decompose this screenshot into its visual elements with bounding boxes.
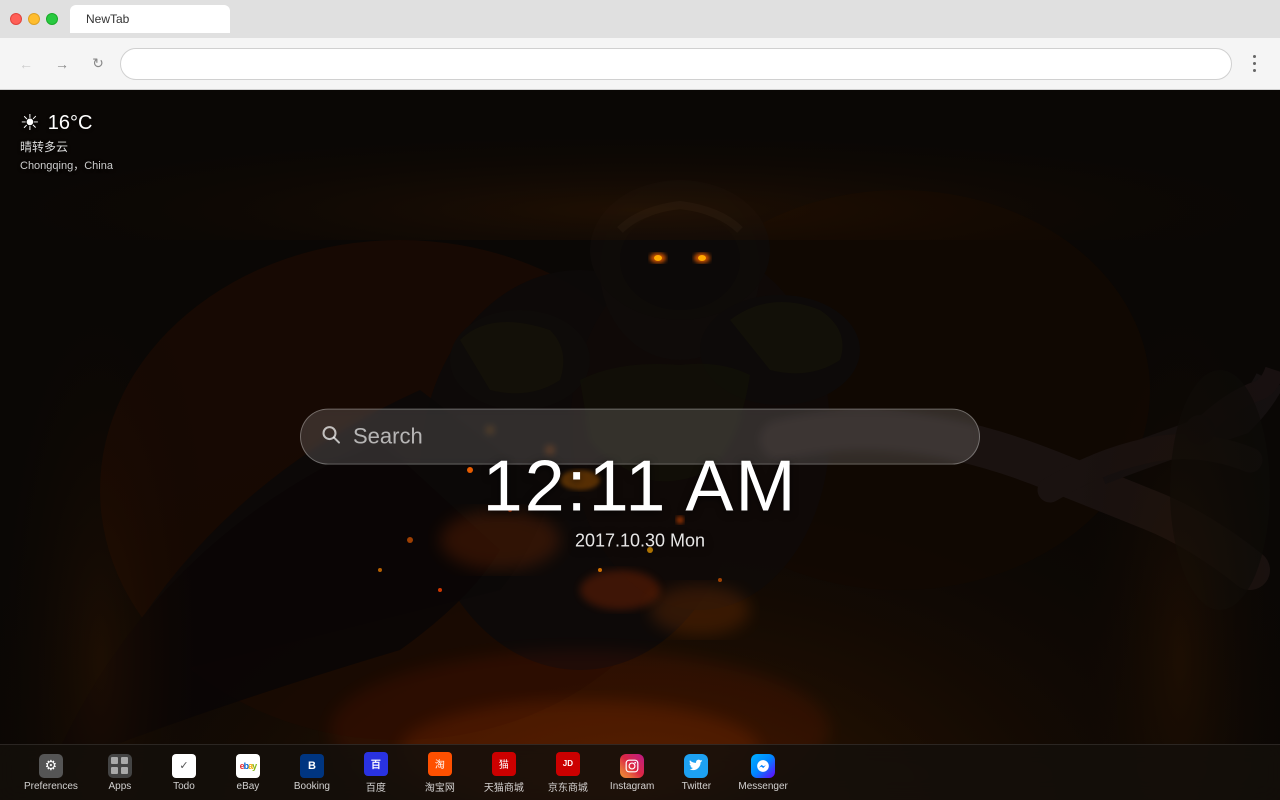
todo-icon: ✓ [172, 754, 196, 778]
ebay-label: eBay [237, 781, 260, 792]
main-content: ☀ 16°C 晴转多云 Chongqing，China 12:11 AM 201… [0, 90, 1280, 800]
jd-icon: JD [556, 752, 580, 776]
booking-icon: B [300, 754, 324, 778]
search-icon [321, 424, 341, 449]
close-button[interactable] [10, 13, 22, 25]
instagram-icon [620, 754, 644, 778]
clock-widget: 12:11 AM 2017.10.30 Mon [483, 450, 798, 551]
clock-time: 12:11 AM [483, 450, 798, 522]
minimize-button[interactable] [28, 13, 40, 25]
back-button[interactable]: ← [12, 50, 40, 78]
jd-label: 京东商城 [548, 779, 588, 794]
browser-tab[interactable]: NewTab [70, 5, 230, 33]
browser-chrome: NewTab ← → ↻ [0, 0, 1280, 90]
messenger-label: Messenger [738, 781, 787, 792]
dock-item-baidu[interactable]: 百 百度 [346, 748, 406, 798]
dock-item-preferences[interactable]: ⚙ Preferences [16, 750, 86, 796]
maximize-button[interactable] [46, 13, 58, 25]
weather-temperature: 16°C [48, 112, 93, 135]
preferences-icon: ⚙ [39, 754, 63, 778]
clock-date: 2017.10.30 Mon [483, 530, 798, 551]
tmall-label: 天猫商城 [484, 779, 524, 794]
baidu-label: 百度 [366, 779, 386, 794]
dock-item-todo[interactable]: ✓ Todo [154, 750, 214, 796]
dock: ⚙ Preferences Apps ✓ Todo ebay eBay B Bo… [0, 744, 1280, 800]
dock-item-ebay[interactable]: ebay eBay [218, 750, 278, 796]
dock-item-apps[interactable]: Apps [90, 750, 150, 796]
menu-button[interactable] [1240, 50, 1268, 78]
weather-icon: ☀ [20, 110, 40, 136]
dock-item-messenger[interactable]: Messenger [730, 750, 795, 796]
apps-icon [108, 754, 132, 778]
dock-item-booking[interactable]: B Booking [282, 750, 342, 796]
dock-item-jd[interactable]: JD 京东商城 [538, 748, 598, 798]
taobao-label: 淘宝网 [425, 779, 455, 794]
weather-widget: ☀ 16°C 晴转多云 Chongqing，China [20, 110, 113, 173]
booking-label: Booking [294, 781, 330, 792]
title-bar: NewTab [0, 0, 1280, 38]
dock-item-tmall[interactable]: 猫 天猫商城 [474, 748, 534, 798]
forward-button[interactable]: → [48, 50, 76, 78]
apps-label: Apps [109, 781, 132, 792]
twitter-icon [684, 754, 708, 778]
preferences-label: Preferences [24, 781, 78, 792]
weather-location: Chongqing，China [20, 157, 113, 173]
dock-item-instagram[interactable]: Instagram [602, 750, 662, 796]
taobao-icon: 淘 [428, 752, 452, 776]
traffic-lights [10, 13, 58, 25]
baidu-icon: 百 [364, 752, 388, 776]
tab-title: NewTab [86, 12, 129, 26]
dock-item-taobao[interactable]: 淘 淘宝网 [410, 748, 470, 798]
nav-bar: ← → ↻ [0, 38, 1280, 90]
weather-description: 晴转多云 [20, 138, 113, 155]
twitter-label: Twitter [682, 781, 711, 792]
todo-label: Todo [173, 781, 195, 792]
ebay-icon: ebay [236, 754, 260, 778]
tmall-icon: 猫 [492, 752, 516, 776]
instagram-label: Instagram [610, 781, 654, 792]
messenger-icon [751, 754, 775, 778]
dock-item-twitter[interactable]: Twitter [666, 750, 726, 796]
refresh-button[interactable]: ↻ [84, 50, 112, 78]
url-bar[interactable] [120, 48, 1232, 80]
